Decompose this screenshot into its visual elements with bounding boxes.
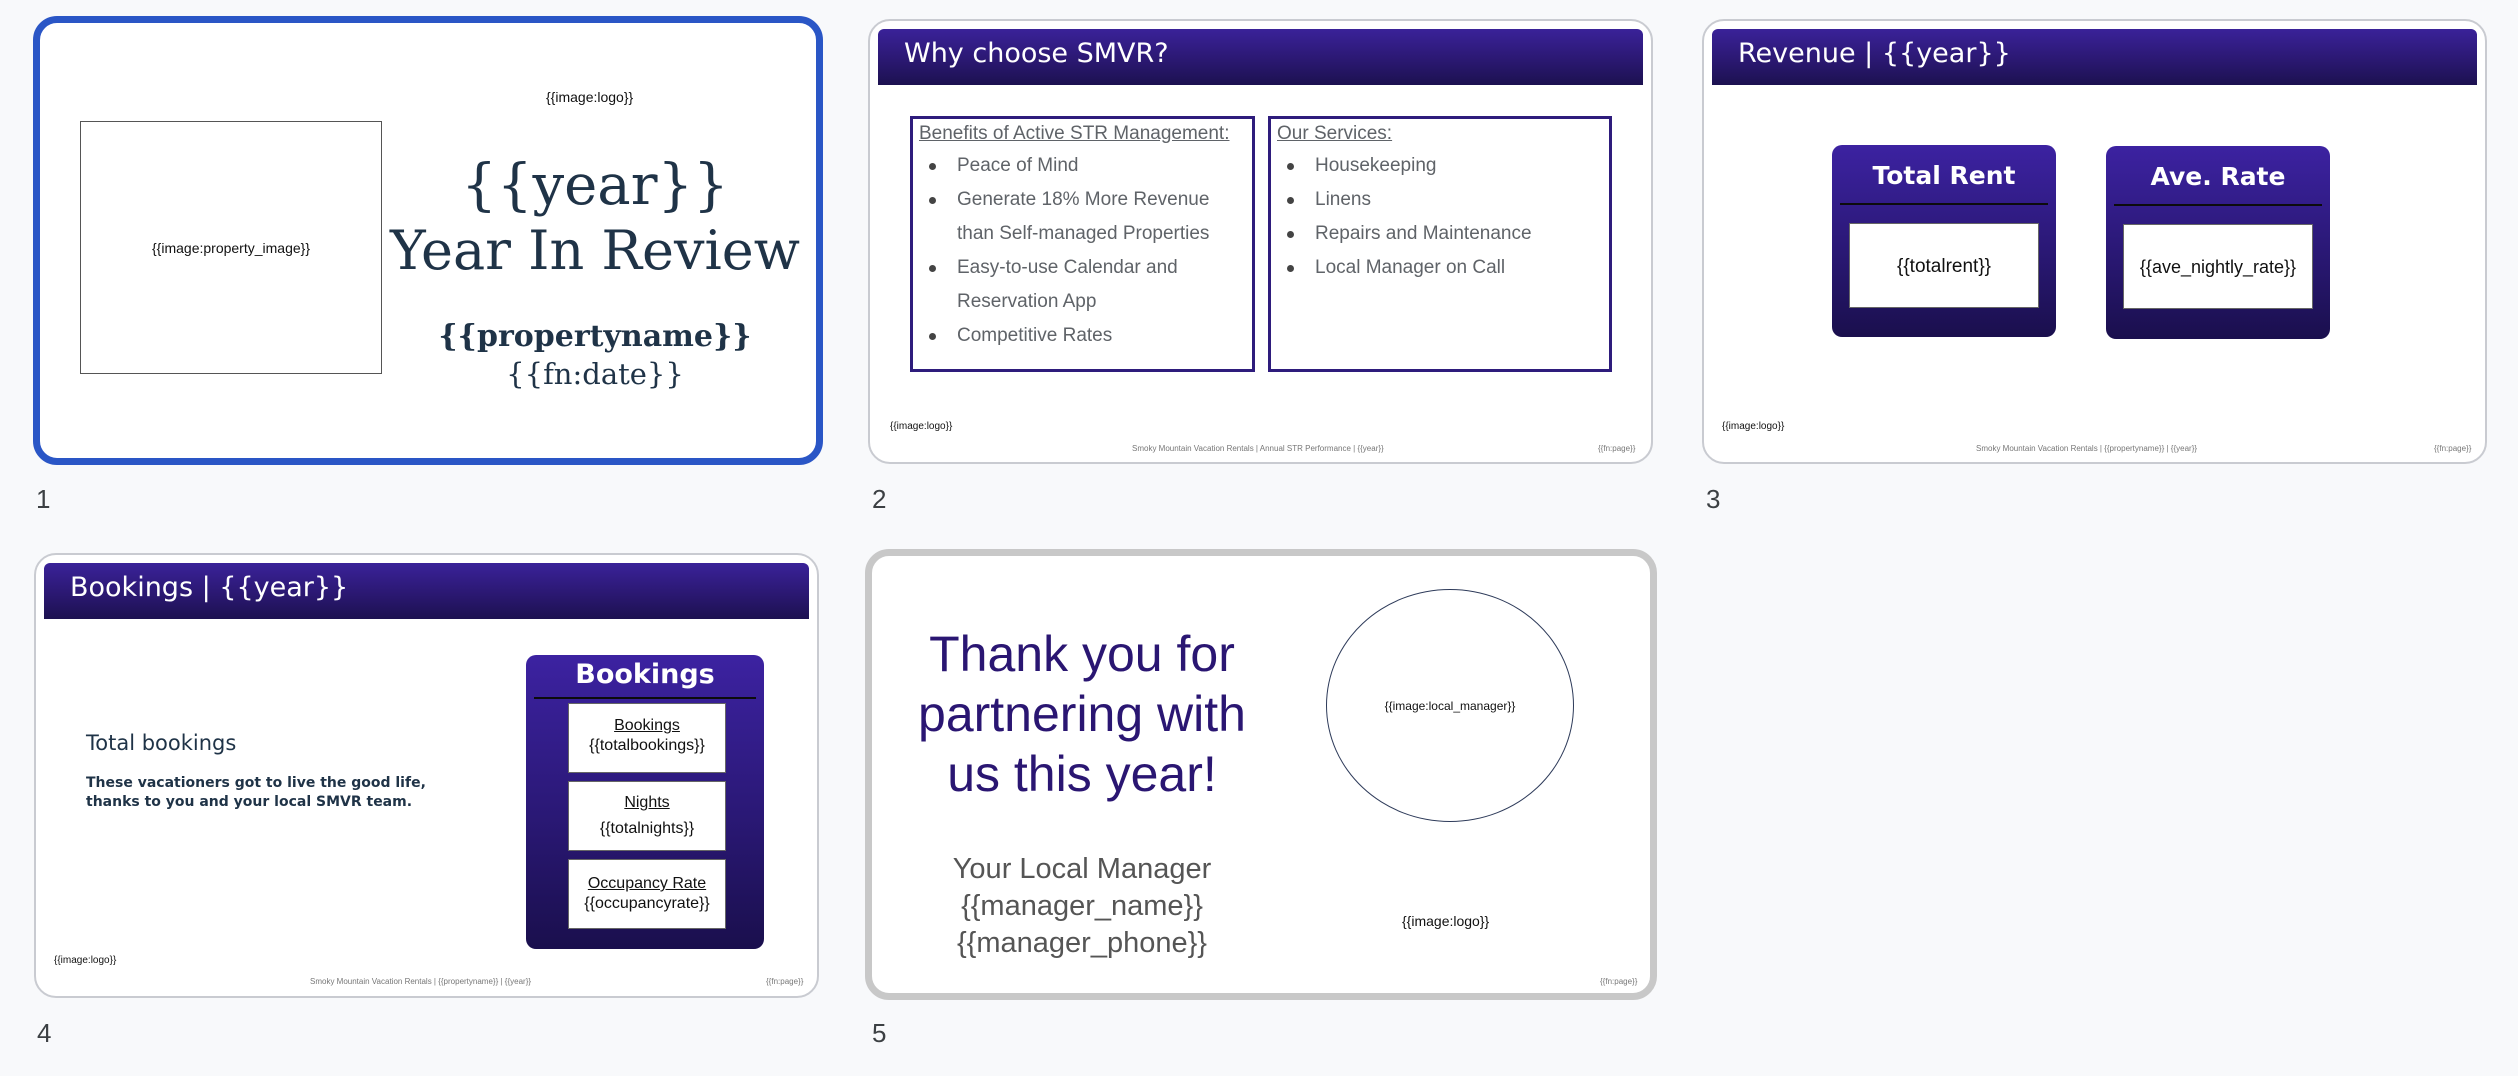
total-bookings-heading: Total bookings (86, 731, 237, 755)
slide-header-banner: Bookings | {{year}} (44, 563, 809, 619)
slide-thumbnail-5[interactable]: Thank you for partnering with us this ye… (865, 549, 1657, 1000)
benefit-item: Generate 18% More Revenue (919, 183, 1246, 217)
total-rent-card: Total Rent {{totalrent}} (1832, 145, 2056, 337)
slide-thumbnail-1[interactable]: {{image:logo}} {{image:property_image}} … (33, 16, 823, 465)
thank-you-text: Thank you for partnering with us this ye… (902, 624, 1262, 804)
benefit-item: Competitive Rates (919, 319, 1246, 353)
manager-label: Your Local Manager (952, 853, 1212, 885)
occupancy-stat-label: Occupancy Rate (587, 875, 707, 892)
service-item: Local Manager on Call (1277, 251, 1603, 285)
services-title: Our Services: (1277, 123, 1393, 144)
slide-header-banner: Revenue | {{year}} (1712, 29, 2477, 85)
manager-info: Your Local Manager {{manager_name}} {{ma… (912, 851, 1252, 962)
benefit-item-continuation: than Self-managed Properties (957, 223, 1210, 244)
date-field: {{fn:date}} (506, 357, 684, 391)
page-number-field: {{fn:page}} (1598, 444, 1636, 453)
nights-stat-label: Nights (624, 794, 670, 811)
logo-placeholder: {{image:logo}} (1402, 913, 1490, 929)
card-divider (2114, 204, 2322, 206)
local-manager-image-placeholder: {{image:local_manager}} (1326, 589, 1574, 822)
slide-number-4: 4 (37, 1018, 52, 1048)
benefits-title: Benefits of Active STR Management: (919, 123, 1230, 144)
logo-placeholder: {{image:logo}} (54, 955, 117, 966)
page-number-field: {{fn:page}} (766, 977, 804, 986)
services-box: Our Services: Housekeeping Linens Repair… (1268, 116, 1612, 372)
thank-you-line: us this year! (947, 746, 1217, 802)
service-item: Housekeeping (1277, 149, 1603, 183)
local-manager-image-label: {{image:local_manager}} (1384, 698, 1516, 713)
card-divider (534, 697, 756, 699)
slide-number-5: 5 (872, 1018, 887, 1048)
slide-number-3: 3 (1706, 484, 1721, 514)
occupancy-stat-box: Occupancy Rate {{occupancyrate}} (568, 859, 726, 929)
bookings-stat-box: Bookings {{totalbookings}} (568, 703, 726, 773)
thank-you-line: Thank you for (929, 626, 1235, 682)
service-item: Repairs and Maintenance (1277, 217, 1603, 251)
average-rate-title: Ave. Rate (2150, 162, 2286, 191)
slide-number-2: 2 (872, 484, 887, 514)
slide-thumbnail-4[interactable]: Bookings | {{year}} Total bookings These… (34, 553, 819, 998)
slide-thumbnail-2[interactable]: Why choose SMVR? Benefits of Active STR … (868, 19, 1653, 464)
nights-stat-box: Nights {{totalnights}} (568, 781, 726, 851)
benefit-item: Peace of Mind (919, 149, 1246, 183)
body-text-line2: thanks to you and your local SMVR team. (86, 794, 413, 810)
thank-you-line: partnering with (918, 686, 1246, 742)
slide-title-subtitle: Year In Review (390, 219, 800, 282)
slide-footer: Smoky Mountain Vacation Rentals | Annual… (1132, 444, 1384, 453)
slide-title: Revenue | {{year}} (1738, 38, 2011, 69)
slide-thumbnail-3[interactable]: Revenue | {{year}} Total Rent {{totalren… (1702, 19, 2487, 464)
slide-title-year: {{year}} (461, 153, 729, 218)
slide-footer: Smoky Mountain Vacation Rentals | {{prop… (1976, 444, 2198, 453)
benefit-item: Easy-to-use Calendar and (919, 251, 1246, 285)
benefits-box: Benefits of Active STR Management: Peace… (910, 116, 1255, 372)
manager-phone-field: {{manager_phone}} (957, 927, 1207, 959)
bookings-stat-label: Bookings (614, 717, 680, 734)
total-rent-value: {{totalrent}} (1849, 223, 2039, 308)
page-number-field: {{fn:page}} (2434, 444, 2472, 453)
slide-title: Why choose SMVR? (904, 38, 1169, 69)
occupancy-stat-value: {{occupancyrate}} (584, 895, 710, 912)
logo-placeholder: {{image:logo}} (1722, 421, 1785, 432)
card-divider (1840, 203, 2048, 205)
total-rent-title: Total Rent (1872, 161, 2016, 190)
logo-placeholder: {{image:logo}} (546, 89, 634, 105)
slide-footer: Smoky Mountain Vacation Rentals | {{prop… (310, 977, 532, 986)
page-number-field: {{fn:page}} (1600, 977, 1638, 986)
slide-number-1: 1 (36, 484, 51, 514)
bookings-card: Bookings Bookings {{totalbookings}} Nigh… (526, 655, 764, 949)
nights-stat-value: {{totalnights}} (599, 820, 695, 837)
body-text-line1: These vacationers got to live the good l… (86, 775, 426, 791)
logo-placeholder: {{image:logo}} (890, 421, 953, 432)
benefit-item-continuation: Reservation App (957, 291, 1097, 312)
property-image-label: {{image:property_image}} (152, 239, 310, 256)
average-rate-card: Ave. Rate {{ave_nightly_rate}} (2106, 146, 2330, 339)
slide-title: Bookings | {{year}} (70, 572, 349, 603)
property-image-placeholder: {{image:property_image}} (80, 121, 382, 374)
service-item: Linens (1277, 183, 1603, 217)
bookings-stat-value: {{totalbookings}} (589, 737, 705, 754)
bookings-card-title: Bookings (575, 659, 715, 690)
slide-header-banner: Why choose SMVR? (878, 29, 1643, 85)
property-name: {{propertyname}} (438, 319, 752, 354)
manager-name-field: {{manager_name}} (961, 890, 1203, 922)
average-rate-value: {{ave_nightly_rate}} (2123, 224, 2313, 309)
